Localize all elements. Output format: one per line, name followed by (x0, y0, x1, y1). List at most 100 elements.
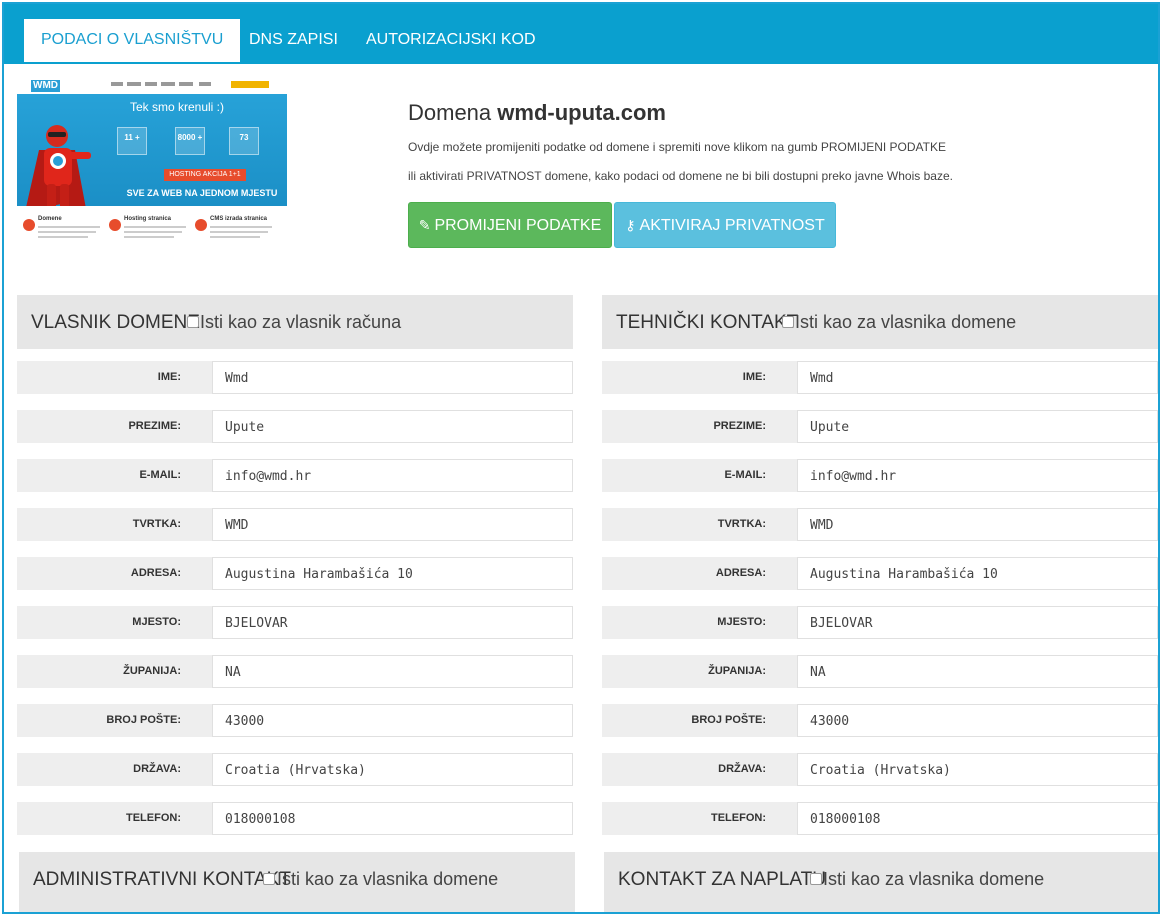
thumbnail-stat: 73 (229, 127, 259, 155)
domain-name: wmd-uputa.com (497, 100, 666, 125)
owner-row-email: E-MAIL: info@wmd.hr (17, 459, 573, 492)
thumbnail-feature-title: CMS izrada stranica (210, 216, 268, 222)
field-value: Wmd (810, 371, 834, 386)
field-label: DRŽAVA: (17, 753, 212, 786)
field-label-text: MJESTO: (717, 616, 766, 628)
owner-drzava-field[interactable]: Croatia (Hrvatska) (212, 753, 573, 786)
field-value: 43000 (225, 714, 265, 729)
owner-mjesto-field[interactable]: BJELOVAR (212, 606, 573, 639)
field-label: ADRESA: (602, 557, 797, 590)
domain-description: Ovdje možete promijeniti podatke od dome… (408, 140, 946, 154)
tech-ime-field[interactable]: Wmd (797, 361, 1158, 394)
tab-dns-records[interactable]: DNS ZAPISI (232, 19, 355, 62)
tech-telefon-field[interactable]: 018000108 (797, 802, 1158, 835)
page-frame: PODACI O VLASNIŠTVU DNS ZAPISI AUTORIZAC… (2, 2, 1160, 914)
field-value: BJELOVAR (225, 616, 288, 631)
field-label-text: E-MAIL: (724, 469, 766, 481)
thumbnail-nav-item (145, 82, 157, 86)
owner-row-adresa: ADRESA: Augustina Harambašića 10 (17, 557, 573, 590)
field-value: 43000 (810, 714, 850, 729)
thumbnail-feature: CMS izrada stranica (195, 216, 277, 246)
tech-tvrtka-field[interactable]: WMD (797, 508, 1158, 541)
tab-bar: PODACI O VLASNIŠTVU DNS ZAPISI AUTORIZAC… (4, 4, 1158, 64)
field-label-text: TELEFON: (711, 812, 766, 824)
owner-prezime-field[interactable]: Upute (212, 410, 573, 443)
field-label-text: ADRESA: (715, 567, 766, 579)
same-as-label: Isti kao za vlasnik računa (200, 312, 402, 332)
thumbnail-text-line (38, 226, 100, 228)
thumbnail-feature-title: Domene (38, 216, 62, 222)
panel-title: KONTAKT ZA NAPLATU (618, 869, 826, 890)
owner-zupanija-field[interactable]: NA (212, 655, 573, 688)
owner-adresa-field[interactable]: Augustina Harambašića 10 (212, 557, 573, 590)
panel-title: TEHNIČKI KONTAKT (616, 312, 799, 333)
field-label: DRŽAVA: (602, 753, 797, 786)
tech-broj-poste-field[interactable]: 43000 (797, 704, 1158, 737)
tech-row-telefon: TELEFON: 018000108 (602, 802, 1158, 835)
owner-row-zupanija: ŽUPANIJA: NA (17, 655, 573, 688)
tech-row-prezime: PREZIME: Upute (602, 410, 1158, 443)
change-data-label: PROMIJENI PODATKE (434, 217, 602, 234)
field-label: BROJ POŠTE: (602, 704, 797, 737)
thumbnail-hero: Tek smo krenuli :) 11 + 8000 + 73 HOSTIN… (17, 94, 287, 214)
panel-title: ADMINISTRATIVNI KONTAKT (33, 869, 291, 890)
tab-auth-code[interactable]: AUTORIZACIJSKI KOD (349, 19, 553, 62)
owner-row-ime: IME: Wmd (17, 361, 573, 394)
thumbnail-promo: HOSTING AKCIJA 1+1 (164, 169, 246, 181)
field-label-text: BROJ POŠTE: (106, 714, 181, 726)
owner-panel-header: VLASNIK DOMENE Isti kao za vlasnik račun… (17, 295, 573, 349)
owner-row-drzava: DRŽAVA: Croatia (Hrvatska) (17, 753, 573, 786)
field-label: ADRESA: (17, 557, 212, 590)
field-label: PREZIME: (17, 410, 212, 443)
thumbnail-nav-item (161, 82, 175, 86)
tab-ownership-data[interactable]: PODACI O VLASNIŠTVU (24, 19, 241, 62)
tech-adresa-field[interactable]: Augustina Harambašića 10 (797, 557, 1158, 590)
thumbnail-text-line (210, 226, 272, 228)
tech-email-field[interactable]: info@wmd.hr (797, 459, 1158, 492)
owner-broj-poste-field[interactable]: 43000 (212, 704, 573, 737)
change-data-button[interactable]: ✎ PROMIJENI PODATKE (408, 202, 612, 248)
superhero-mascot-icon (25, 125, 91, 214)
tech-row-tvrtka: TVRTKA: WMD (602, 508, 1158, 541)
cms-icon (195, 219, 207, 231)
field-value: WMD (810, 518, 834, 533)
thumbnail-nav-item (179, 82, 193, 86)
tech-row-email: E-MAIL: info@wmd.hr (602, 459, 1158, 492)
same-as-owner-checkbox[interactable] (782, 316, 794, 328)
thumbnail-text-line (210, 236, 260, 238)
hosting-icon (109, 219, 121, 231)
field-label-text: ADRESA: (130, 567, 181, 579)
thumbnail-text-line (124, 226, 186, 228)
owner-ime-field[interactable]: Wmd (212, 361, 573, 394)
field-value: BJELOVAR (810, 616, 873, 631)
tech-row-broj-poste: BROJ POŠTE: 43000 (602, 704, 1158, 737)
owner-telefon-field[interactable]: 018000108 (212, 802, 573, 835)
thumbnail-text-line (124, 231, 182, 233)
field-value: info@wmd.hr (810, 469, 897, 484)
same-as-label: Isti kao za vlasnika domene (277, 869, 499, 889)
domain-heading-prefix: Domena (408, 100, 498, 125)
same-as-account-checkbox[interactable] (187, 316, 199, 328)
thumbnail-nav-item (111, 82, 123, 86)
owner-email-field[interactable]: info@wmd.hr (212, 459, 573, 492)
field-value: 018000108 (810, 812, 881, 827)
field-label-text: MJESTO: (132, 616, 181, 628)
thumbnail-feature: Domene (23, 216, 105, 246)
owner-tvrtka-field[interactable]: WMD (212, 508, 573, 541)
tech-prezime-field[interactable]: Upute (797, 410, 1158, 443)
tech-row-ime: IME: Wmd (602, 361, 1158, 394)
thumbnail-text-line (124, 236, 174, 238)
thumbnail-text-line (210, 231, 268, 233)
field-value: info@wmd.hr (225, 469, 312, 484)
field-value: NA (810, 665, 826, 680)
field-value: Upute (225, 420, 265, 435)
thumbnail-stat: 8000 + (175, 127, 205, 155)
tech-mjesto-field[interactable]: BJELOVAR (797, 606, 1158, 639)
same-as-owner-checkbox[interactable] (263, 873, 275, 885)
field-label: MJESTO: (17, 606, 212, 639)
same-as-owner-checkbox[interactable] (810, 873, 822, 885)
field-label: ŽUPANIJA: (602, 655, 797, 688)
activate-privacy-button[interactable]: ⚷ AKTIVIRAJ PRIVATNOST (614, 202, 836, 248)
tech-zupanija-field[interactable]: NA (797, 655, 1158, 688)
tech-drzava-field[interactable]: Croatia (Hrvatska) (797, 753, 1158, 786)
